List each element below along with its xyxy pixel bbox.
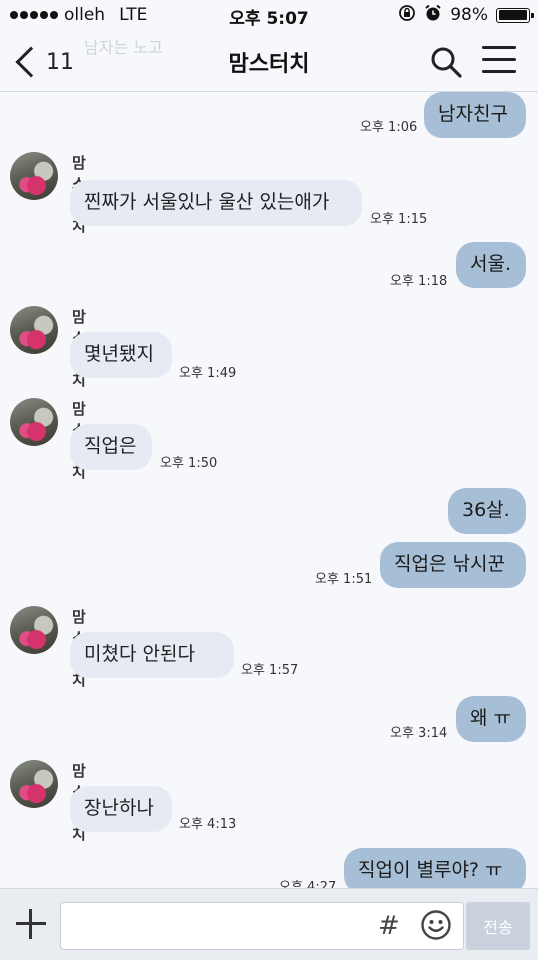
hash-icon[interactable]: # bbox=[378, 911, 400, 941]
send-button[interactable]: 전송 bbox=[466, 902, 530, 950]
message-bubble[interactable]: 서울. bbox=[456, 242, 526, 288]
search-icon bbox=[431, 47, 462, 78]
message-timestamp: 오후 4:13 bbox=[179, 817, 237, 832]
message-timestamp: 오후 1:51 bbox=[315, 572, 373, 587]
message-input[interactable] bbox=[60, 902, 464, 950]
avatar[interactable] bbox=[10, 606, 58, 654]
message-bubble[interactable]: 남자친구 bbox=[424, 92, 526, 138]
message-timestamp: 오후 1:49 bbox=[179, 366, 237, 381]
message-bubble[interactable]: 미쳤다 안된다 bbox=[70, 632, 234, 678]
message-timestamp: 오후 1:06 bbox=[360, 120, 418, 135]
avatar[interactable] bbox=[10, 152, 58, 200]
message-timestamp: 오후 1:57 bbox=[241, 663, 299, 678]
message-bubble[interactable]: 36살. bbox=[448, 488, 526, 534]
message-timestamp: 오후 1:15 bbox=[370, 212, 428, 227]
alarm-icon bbox=[424, 4, 442, 26]
menu-button[interactable] bbox=[482, 46, 516, 76]
battery-percent: 98% bbox=[450, 5, 488, 25]
status-bar: olleh LTE 오후 5:07 98% bbox=[0, 0, 538, 32]
rotation-lock-icon bbox=[398, 4, 416, 26]
menu-icon bbox=[482, 46, 516, 73]
message-timestamp: 오후 1:50 bbox=[160, 456, 218, 471]
status-right: 98% bbox=[398, 4, 534, 26]
message-bubble[interactable]: 직업은 낚시꾼 bbox=[380, 542, 526, 588]
plus-icon[interactable] bbox=[14, 907, 48, 941]
message-bubble[interactable]: 장난하나 bbox=[70, 786, 172, 832]
message-bubble[interactable]: 찐짜가 서울있나 울산 있는애가 bbox=[70, 180, 362, 226]
message-bubble[interactable]: 직업은 bbox=[70, 424, 152, 470]
message-bubble[interactable]: 왜 ㅠ bbox=[456, 696, 526, 742]
message-timestamp: 오후 3:14 bbox=[390, 726, 448, 741]
message-bubble[interactable]: 몇년됐지 bbox=[70, 332, 172, 378]
emoji-icon[interactable] bbox=[420, 909, 452, 941]
chat-message-list[interactable]: 남자친구오후 1:06맘스터치찐짜가 서울있나 울산 있는애가오후 1:15서울… bbox=[0, 92, 538, 895]
avatar[interactable] bbox=[10, 760, 58, 808]
message-timestamp: 오후 1:18 bbox=[390, 274, 448, 289]
battery-icon bbox=[496, 7, 534, 23]
input-bar: # 전송 bbox=[0, 888, 538, 960]
battery-level bbox=[498, 10, 527, 20]
search-button[interactable] bbox=[428, 44, 464, 80]
chat-header: 남자는 노고 11 맘스터치 bbox=[0, 32, 538, 92]
avatar[interactable] bbox=[10, 306, 58, 354]
avatar[interactable] bbox=[10, 398, 58, 446]
